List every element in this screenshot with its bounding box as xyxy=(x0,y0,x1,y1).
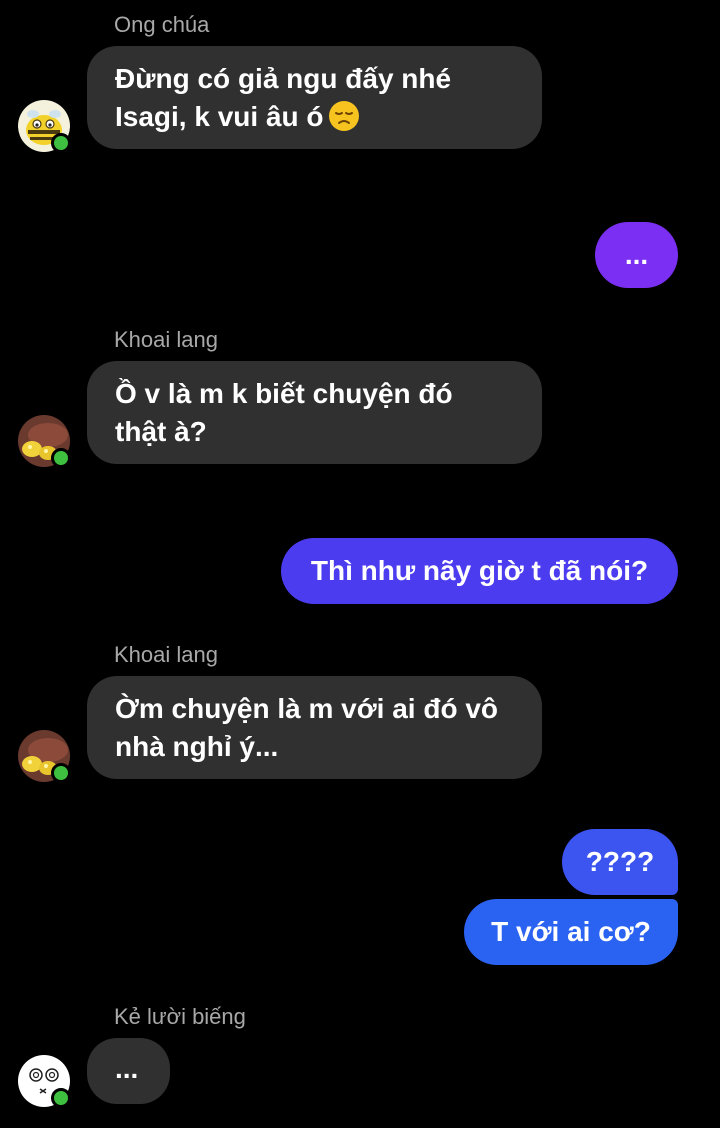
sender-name: Ong chúa xyxy=(114,12,210,37)
sender-name: Kẻ lười biếng xyxy=(114,1004,246,1029)
incoming-message-bubble[interactable]: ... xyxy=(87,1038,170,1104)
online-status-dot xyxy=(51,133,71,153)
incoming-message-bubble[interactable]: Ờm chuyện là m với ai đó vô nhà nghỉ ý..… xyxy=(87,676,542,779)
message-text: T với ai cơ? xyxy=(491,916,651,947)
message-text: Thì như nãy giờ t đã nói? xyxy=(310,555,649,586)
online-status-dot xyxy=(51,763,71,783)
disappointed-face-icon xyxy=(328,101,359,131)
sender-name: Khoai lang xyxy=(114,642,218,667)
outgoing-message-bubble[interactable]: T với ai cơ? xyxy=(464,899,678,965)
outgoing-message-bubble[interactable]: ???? xyxy=(562,829,678,895)
online-status-dot xyxy=(51,1088,71,1108)
sender-name: Khoai lang xyxy=(114,327,218,352)
message-text: Ồ v là m k biết chuyện đó thật à? xyxy=(115,378,453,447)
incoming-message-bubble[interactable]: Ồ v là m k biết chuyện đó thật à? xyxy=(87,361,542,464)
message-text: Ờm chuyện là m với ai đó vô nhà nghỉ ý..… xyxy=(115,693,499,762)
message-text: ... xyxy=(624,239,649,270)
incoming-message-bubble[interactable]: Đừng có giả ngu đấy nhé Isagi, k vui âu … xyxy=(87,46,542,149)
sweet-potato-avatar[interactable] xyxy=(18,730,71,783)
message-text: ... xyxy=(115,1053,139,1084)
outgoing-message-bubble[interactable]: Thì như nãy giờ t đã nói? xyxy=(281,538,678,604)
outgoing-message-bubble[interactable]: ... xyxy=(595,222,678,288)
message-text: Đừng có giả ngu đấy nhé Isagi, k vui âu … xyxy=(115,63,452,132)
sweet-potato-avatar[interactable] xyxy=(18,415,71,468)
message-text: ???? xyxy=(585,846,655,877)
online-status-dot xyxy=(51,448,71,468)
bee-avatar[interactable] xyxy=(18,100,71,153)
sleepy-face-avatar[interactable] xyxy=(18,1055,71,1108)
